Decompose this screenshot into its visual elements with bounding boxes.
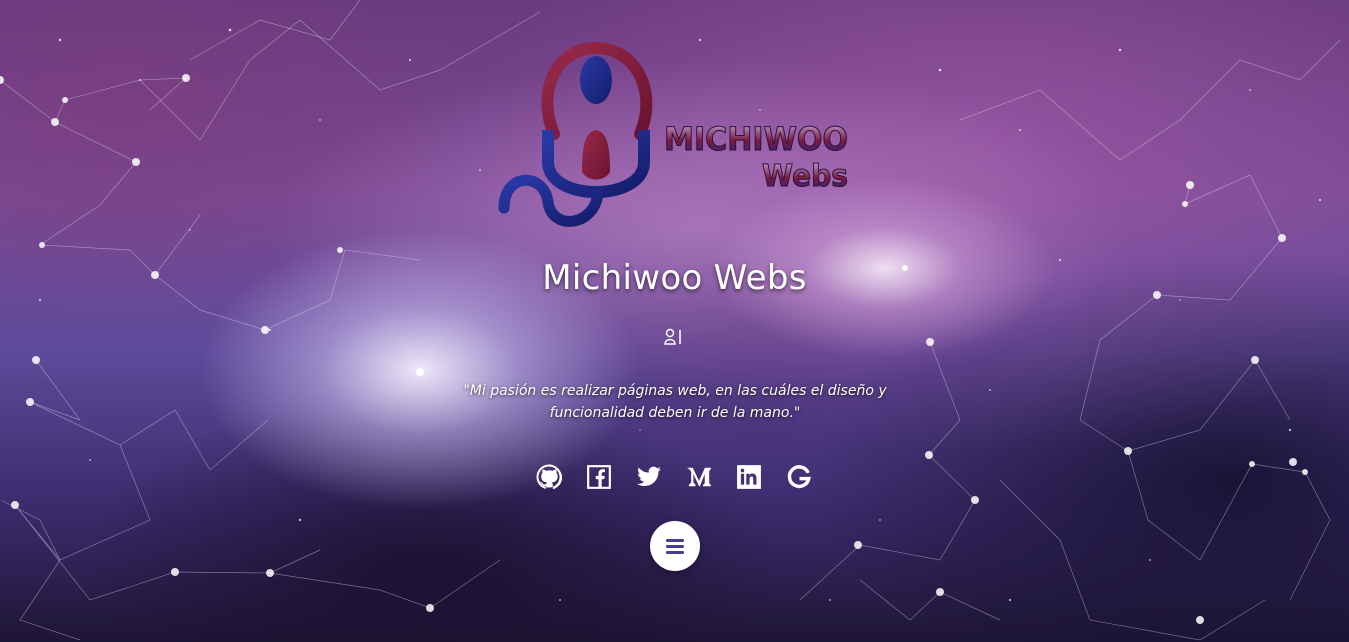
- logo-red-body: [582, 130, 610, 180]
- google-link[interactable]: [786, 464, 812, 490]
- page-title: Michiwoo Webs: [542, 258, 807, 298]
- logo-text-michiwoo: MICHIWOO: [664, 120, 848, 158]
- hero-section: MICHIWOO Webs Michiwoo Webs "Mi pasión e…: [0, 0, 1349, 642]
- tagline-quote: "Mi pasión es realizar páginas web, en l…: [463, 383, 887, 421]
- logo-head: [580, 56, 612, 104]
- twitter-icon: [637, 466, 661, 486]
- user-icon: [664, 328, 681, 345]
- social-links: [536, 462, 812, 492]
- logo-text-webs: Webs: [762, 159, 848, 194]
- michiwoo-logo: MICHIWOO Webs: [498, 42, 849, 227]
- github-link[interactable]: [536, 464, 562, 490]
- github-icon: [536, 464, 562, 490]
- google-icon: [787, 465, 811, 489]
- facebook-link[interactable]: [586, 464, 612, 490]
- medium-icon: [687, 467, 711, 487]
- facebook-icon: [587, 465, 611, 489]
- linkedin-icon: [737, 465, 761, 489]
- linkedin-link[interactable]: [736, 464, 762, 490]
- menu-button[interactable]: [650, 521, 700, 571]
- medium-link[interactable]: [686, 464, 712, 490]
- bars-icon: [666, 539, 684, 554]
- twitter-link[interactable]: [636, 464, 662, 490]
